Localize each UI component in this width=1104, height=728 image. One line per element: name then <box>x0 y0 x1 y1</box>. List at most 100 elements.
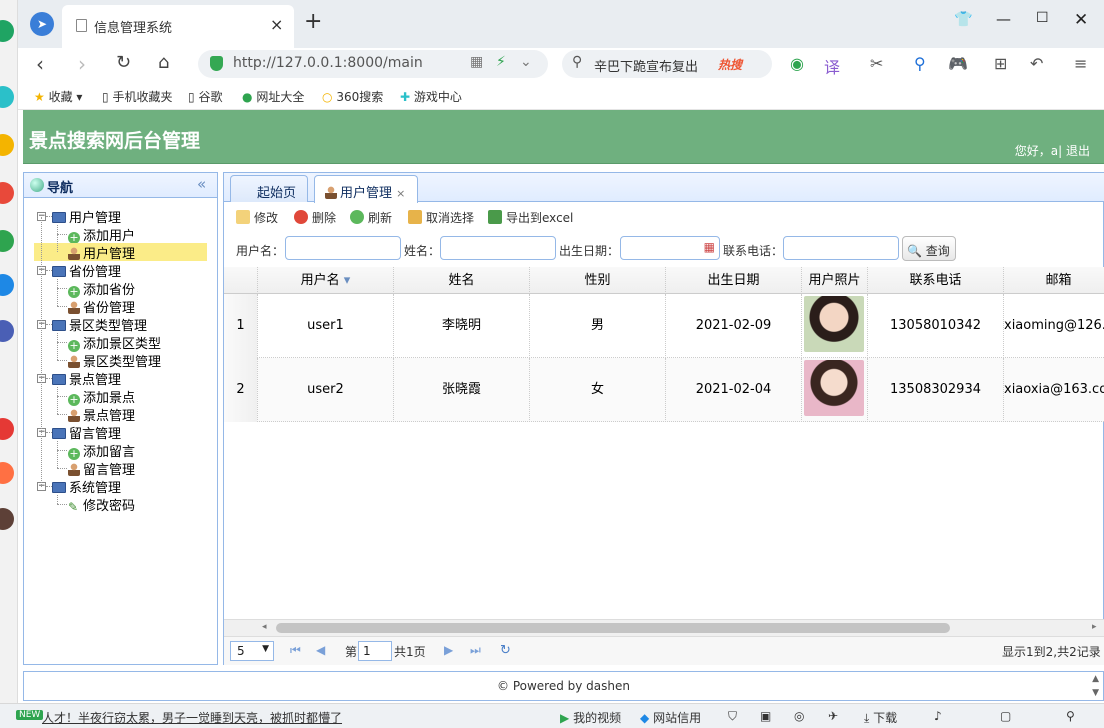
column-header[interactable]: 用户照片 <box>802 267 868 294</box>
my-videos-link[interactable]: ▶ 我的视频 <box>560 709 621 726</box>
column-header[interactable]: 用户名 ▾ <box>258 267 394 294</box>
column-header[interactable]: 联系电话 <box>868 267 1004 294</box>
magnifier-icon[interactable]: ⚲ <box>914 54 926 73</box>
scroll-right-icon[interactable]: ▸ <box>1092 622 1097 632</box>
qr-code-icon[interactable]: ▦ <box>470 54 483 70</box>
greeting-logout-link[interactable]: 您好，a| 退出 <box>1015 142 1090 159</box>
name-input[interactable] <box>440 236 556 260</box>
sidebar-group[interactable]: 省份管理 <box>52 261 121 280</box>
sound-icon[interactable]: ♪ <box>934 709 942 723</box>
bookmark-item[interactable]: ● 网址大全 <box>242 88 304 105</box>
sidebar-item[interactable]: + 添加省份 <box>34 279 135 298</box>
scroll-arrows-icon[interactable]: ▲ ▼ <box>1092 672 1099 700</box>
zoom-icon[interactable]: ⚲ <box>1066 709 1075 723</box>
home-button[interactable]: ⌂ <box>158 52 169 73</box>
app-shortcut-icon[interactable] <box>0 508 14 530</box>
horizontal-scrollbar[interactable]: ◂ ▸ <box>224 619 1104 636</box>
game-icon[interactable]: 🎮 <box>948 54 968 73</box>
app-shortcut-icon[interactable] <box>0 230 14 252</box>
sidebar-item[interactable]: + 添加用户 <box>34 225 135 244</box>
collapse-icon[interactable]: « <box>197 175 206 193</box>
table-row[interactable]: 1 user1 李晓明男 2021-02-09 13058010342 xiaoming@… <box>224 294 1104 358</box>
close-window-button[interactable]: ✕ <box>1074 10 1088 30</box>
sidebar-item[interactable]: ✎ 修改密码 <box>34 495 135 514</box>
refresh-icon[interactable]: ↻ <box>500 643 511 658</box>
close-tab-icon[interactable]: × <box>270 15 283 34</box>
app-shortcut-icon[interactable] <box>0 86 14 108</box>
prev-page-icon[interactable]: ◀ <box>316 643 325 657</box>
browser-logo-icon[interactable]: ➤ <box>30 12 54 36</box>
username-input[interactable] <box>285 236 401 260</box>
window-icon[interactable]: ▢ <box>1000 709 1011 723</box>
chevron-down-icon[interactable]: ⌄ <box>520 54 532 70</box>
app-shortcut-icon[interactable] <box>0 274 14 296</box>
calendar-icon[interactable]: ▦ <box>704 240 715 254</box>
sidebar-group[interactable]: 景区类型管理 <box>52 315 147 334</box>
new-tab-button[interactable]: + <box>304 9 322 34</box>
app-shortcut-icon[interactable] <box>0 182 14 204</box>
scroll-left-icon[interactable]: ◂ <box>262 622 267 632</box>
minimize-button[interactable]: — <box>996 10 1011 28</box>
sidebar-item[interactable]: 用户管理 <box>34 243 207 262</box>
lightning-icon[interactable]: ⚡ <box>496 54 506 70</box>
refresh-button[interactable]: 刷新 <box>350 209 392 226</box>
browser-tab[interactable]: 信息管理系统 × <box>62 5 294 48</box>
column-header[interactable]: 姓名 <box>394 267 530 294</box>
menu-icon[interactable]: ≡ <box>1074 54 1087 73</box>
sidebar-item[interactable]: + 添加景点 <box>34 387 135 406</box>
app-shortcut-icon[interactable] <box>0 418 14 440</box>
bookmark-item[interactable]: ▯ 谷歌 <box>188 88 222 105</box>
app-shortcut-icon[interactable] <box>0 462 14 484</box>
sidebar-item[interactable]: 景点管理 <box>34 405 135 424</box>
back-button[interactable]: ‹ <box>36 52 44 76</box>
tab-user-management[interactable]: 用户管理 × <box>314 175 418 203</box>
app-shortcut-icon[interactable] <box>0 20 14 42</box>
shield-icon[interactable]: ⛉ <box>728 709 737 724</box>
app-shortcut-icon[interactable] <box>0 320 14 342</box>
tab-start-page[interactable]: 起始页 <box>230 175 308 202</box>
sidebar-group[interactable]: 景点管理 <box>52 369 121 388</box>
rocket-icon[interactable]: ✈ <box>828 709 838 723</box>
sidebar-group[interactable]: 系统管理 <box>52 477 121 496</box>
scrollbar-thumb[interactable] <box>276 623 950 633</box>
page-number-input[interactable]: 1 <box>358 641 392 661</box>
apps-grid-icon[interactable]: ⊞ <box>994 54 1007 73</box>
sidebar-item[interactable]: + 添加景区类型 <box>34 333 161 352</box>
first-page-icon[interactable]: ⏮ <box>290 643 301 658</box>
bookmark-item[interactable]: ★ 收藏 ▾ <box>34 88 82 105</box>
site-credit-link[interactable]: ◆ 网站信用 <box>640 709 701 726</box>
skin-icon[interactable]: 👕 <box>954 10 973 28</box>
delete-button[interactable]: 删除 <box>294 209 336 226</box>
speed-icon[interactable]: ◎ <box>794 709 804 723</box>
bookmark-item[interactable]: ▯ 手机收藏夹 <box>102 88 172 105</box>
clear-selection-button[interactable]: 取消选择 <box>408 209 474 226</box>
image-icon[interactable]: ▣ <box>760 709 771 723</box>
column-header[interactable]: 出生日期 <box>666 267 802 294</box>
export-excel-button[interactable]: 导出到excel <box>488 209 573 226</box>
column-header[interactable]: 邮箱 <box>1004 267 1104 294</box>
scissors-icon[interactable]: ✂ <box>870 54 883 73</box>
sidebar-group[interactable]: 用户管理 <box>52 207 121 226</box>
download-link[interactable]: ⤓ 下载 <box>864 709 897 726</box>
undo-icon[interactable]: ↶ <box>1030 54 1043 73</box>
app-shortcut-icon[interactable] <box>0 134 14 156</box>
sidebar-item[interactable]: + 添加留言 <box>34 441 135 460</box>
phone-input[interactable] <box>783 236 899 260</box>
birth-date-input[interactable]: ▦ <box>620 236 720 260</box>
table-row[interactable]: 2 user2 张晓霞女 2021-02-04 13508302934 xiaoxia@1… <box>224 358 1104 422</box>
maximize-button[interactable]: ☐ <box>1036 10 1049 26</box>
bookmark-item[interactable]: ○ 360搜索 <box>322 88 383 105</box>
url-bar[interactable]: http://127.0.0.1:8000/main ▦ ⚡ ⌄ <box>198 50 548 78</box>
bookmark-item[interactable]: ✚ 游戏中心 <box>400 88 462 105</box>
wechat-icon[interactable]: ◉ <box>790 54 804 73</box>
sidebar-item[interactable]: 景区类型管理 <box>34 351 161 370</box>
news-ticker-link[interactable]: 人才！半夜行窃太累，男子一觉睡到天亮，被抓时都懵了 <box>42 709 342 726</box>
sidebar-item[interactable]: 省份管理 <box>34 297 135 316</box>
sidebar-group[interactable]: 留言管理 <box>52 423 121 442</box>
next-page-icon[interactable]: ▶ <box>444 643 453 657</box>
forward-button[interactable]: › <box>78 52 86 76</box>
search-box[interactable]: ⚲ 辛巴下跪宣布复出 热搜 <box>562 50 772 78</box>
column-header[interactable]: 性别 <box>530 267 666 294</box>
page-size-select[interactable]: 5 ▼ <box>230 641 274 661</box>
reload-button[interactable]: ↻ <box>116 52 131 73</box>
